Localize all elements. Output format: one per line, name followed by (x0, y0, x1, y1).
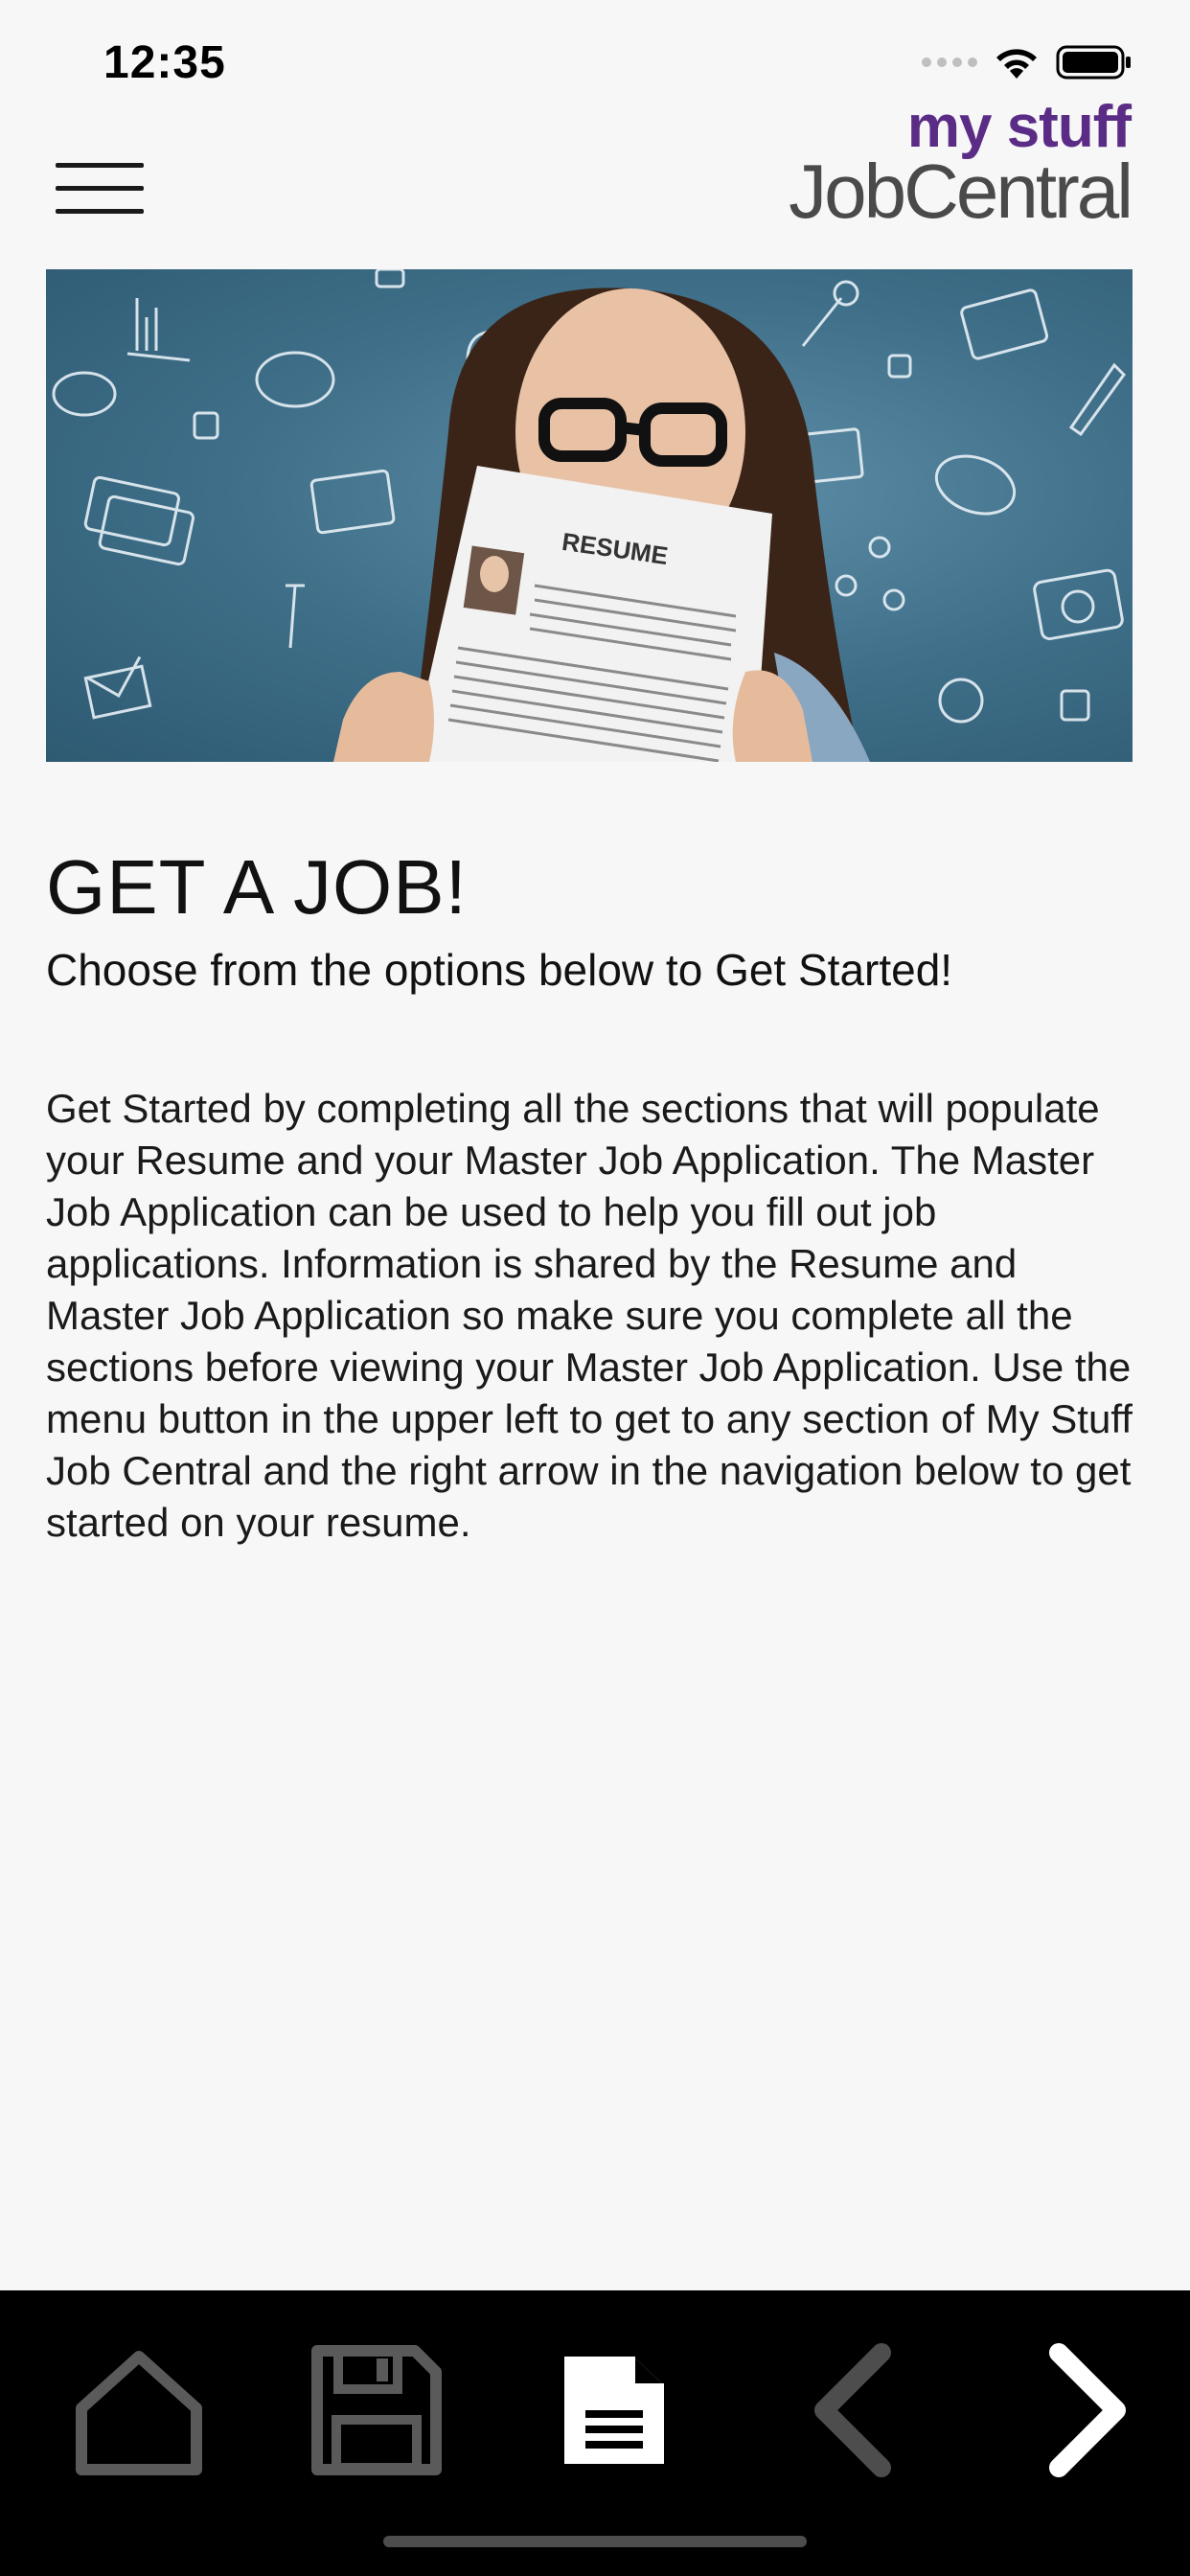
hero-image: RESUME (46, 269, 1133, 762)
status-icons (922, 44, 1133, 80)
logo-job-central: JobCentral (789, 149, 1133, 234)
nav-document-button[interactable] (542, 2338, 686, 2482)
home-icon (76, 2351, 202, 2475)
chevron-right-icon (1049, 2343, 1126, 2477)
page-description: Get Started by completing all the sectio… (46, 1086, 1133, 1545)
menu-button[interactable] (56, 163, 144, 214)
page-title: GET A JOB! (46, 844, 468, 930)
nav-home-button[interactable] (67, 2338, 211, 2482)
hero-illustration: RESUME (52, 269, 1126, 762)
wifi-icon (996, 49, 1037, 79)
document-icon (564, 2357, 664, 2464)
app-logo: my stuff JobCentral (728, 98, 1133, 234)
page-subtitle: Choose from the options below to Get Sta… (46, 945, 953, 995)
nav-back-button[interactable] (781, 2338, 925, 2482)
nav-next-button[interactable] (1016, 2338, 1159, 2482)
nav-save-button[interactable] (305, 2338, 448, 2482)
chevron-left-icon (814, 2343, 891, 2477)
hamburger-menu-icon (56, 163, 144, 168)
save-icon (311, 2345, 442, 2475)
status-time: 12:35 (103, 37, 226, 88)
battery-icon (1056, 45, 1131, 80)
screen: 12:35 my stuff JobCentral RESUME GET A J… (0, 0, 1190, 2576)
bottom-navigation (0, 2290, 1190, 2576)
signal-dots-icon (922, 58, 977, 67)
home-indicator[interactable] (383, 2536, 807, 2547)
app-header: my stuff JobCentral (0, 96, 1190, 240)
